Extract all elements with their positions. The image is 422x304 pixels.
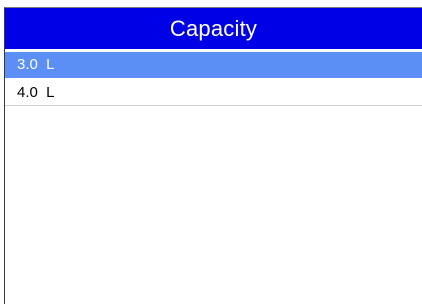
list-item-3-0-l[interactable]: 3.0 L xyxy=(5,52,422,78)
capacity-menu: Capacity 3.0 L 4.0 L xyxy=(4,7,422,304)
capacity-list: 3.0 L 4.0 L xyxy=(5,52,422,106)
screen-title: Capacity xyxy=(5,8,422,49)
screen: Capacity 3.0 L 4.0 L xyxy=(0,0,422,304)
list-item-4-0-l[interactable]: 4.0 L xyxy=(5,78,422,106)
